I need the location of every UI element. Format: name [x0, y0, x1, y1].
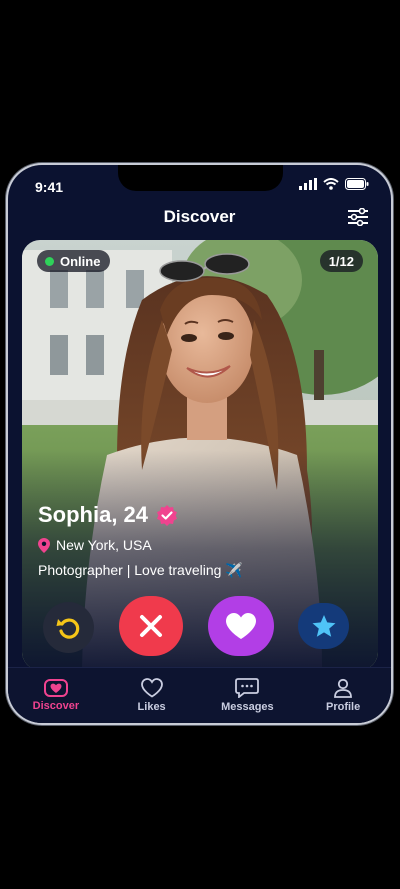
heart-icon [226, 613, 256, 639]
person-icon [334, 678, 353, 698]
heart-badge-icon [43, 679, 68, 697]
action-buttons [8, 596, 391, 656]
bottom-tab-bar: Discover Likes Messages Profile [8, 667, 391, 723]
status-icons [299, 178, 369, 190]
location-text: New York, USA [56, 537, 152, 553]
tab-likes[interactable]: Likes [104, 668, 200, 723]
notch [118, 165, 283, 191]
page-title: Discover [163, 207, 236, 226]
tab-profile[interactable]: Profile [295, 668, 391, 723]
tab-likes-label: Likes [137, 701, 166, 713]
name-row: Sophia, 24 [38, 502, 178, 528]
nope-button[interactable] [119, 596, 183, 656]
online-dot-icon [45, 256, 54, 266]
wifi-icon [323, 178, 339, 190]
tab-discover[interactable]: Discover [8, 668, 104, 723]
online-status-badge: Online [37, 250, 111, 272]
tab-profile-label: Profile [326, 701, 361, 713]
phone-frame: 9:41 Discover Online 1/12 Sophia, 24 New… [8, 165, 391, 723]
signal-icon [299, 178, 317, 190]
photo-counter-badge: 1/12 [319, 250, 363, 272]
profile-name: Sophia, 24 [38, 502, 149, 527]
rewind-icon [56, 618, 79, 639]
chat-bubble-icon [235, 678, 260, 698]
heart-outline-icon [140, 678, 163, 698]
location-row: New York, USA [38, 537, 152, 553]
like-button[interactable] [208, 596, 274, 656]
verified-badge-icon [157, 505, 178, 526]
close-icon [140, 615, 162, 637]
tab-messages-label: Messages [221, 701, 274, 713]
bio-text: Photographer | Love traveling ✈️ [38, 562, 243, 578]
rewind-button[interactable] [43, 602, 94, 653]
star-icon [312, 615, 335, 637]
online-label: Online [60, 253, 101, 269]
location-pin-icon [38, 537, 50, 553]
status-time: 9:41 [35, 179, 64, 195]
tab-discover-label: Discover [32, 700, 80, 712]
superlike-button[interactable] [298, 603, 349, 649]
battery-icon [345, 178, 369, 190]
tab-messages[interactable]: Messages [200, 668, 296, 723]
filter-settings-icon[interactable] [347, 208, 369, 226]
